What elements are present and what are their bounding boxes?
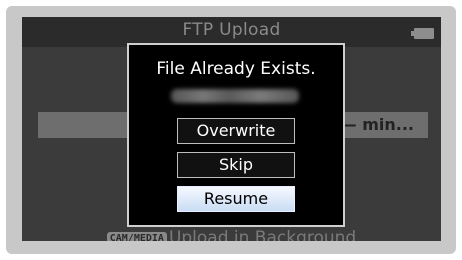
overwrite-button[interactable]: Overwrite <box>177 118 295 144</box>
battery-icon <box>411 28 434 39</box>
resume-button[interactable]: Resume <box>177 186 295 212</box>
footer-hint: CAM/MEDIA Upload in Background <box>22 228 441 241</box>
blurred-filename <box>171 89 299 103</box>
dialog-title: File Already Exists. <box>156 59 316 79</box>
skip-button[interactable]: Skip <box>177 152 295 178</box>
cam-media-key-badge[interactable]: CAM/MEDIA <box>106 232 167 241</box>
screen-title: FTP Upload <box>182 20 281 40</box>
upload-in-background-label: Upload in Background <box>168 228 357 241</box>
file-exists-dialog: File Already Exists. Overwrite Skip Resu… <box>127 43 345 227</box>
